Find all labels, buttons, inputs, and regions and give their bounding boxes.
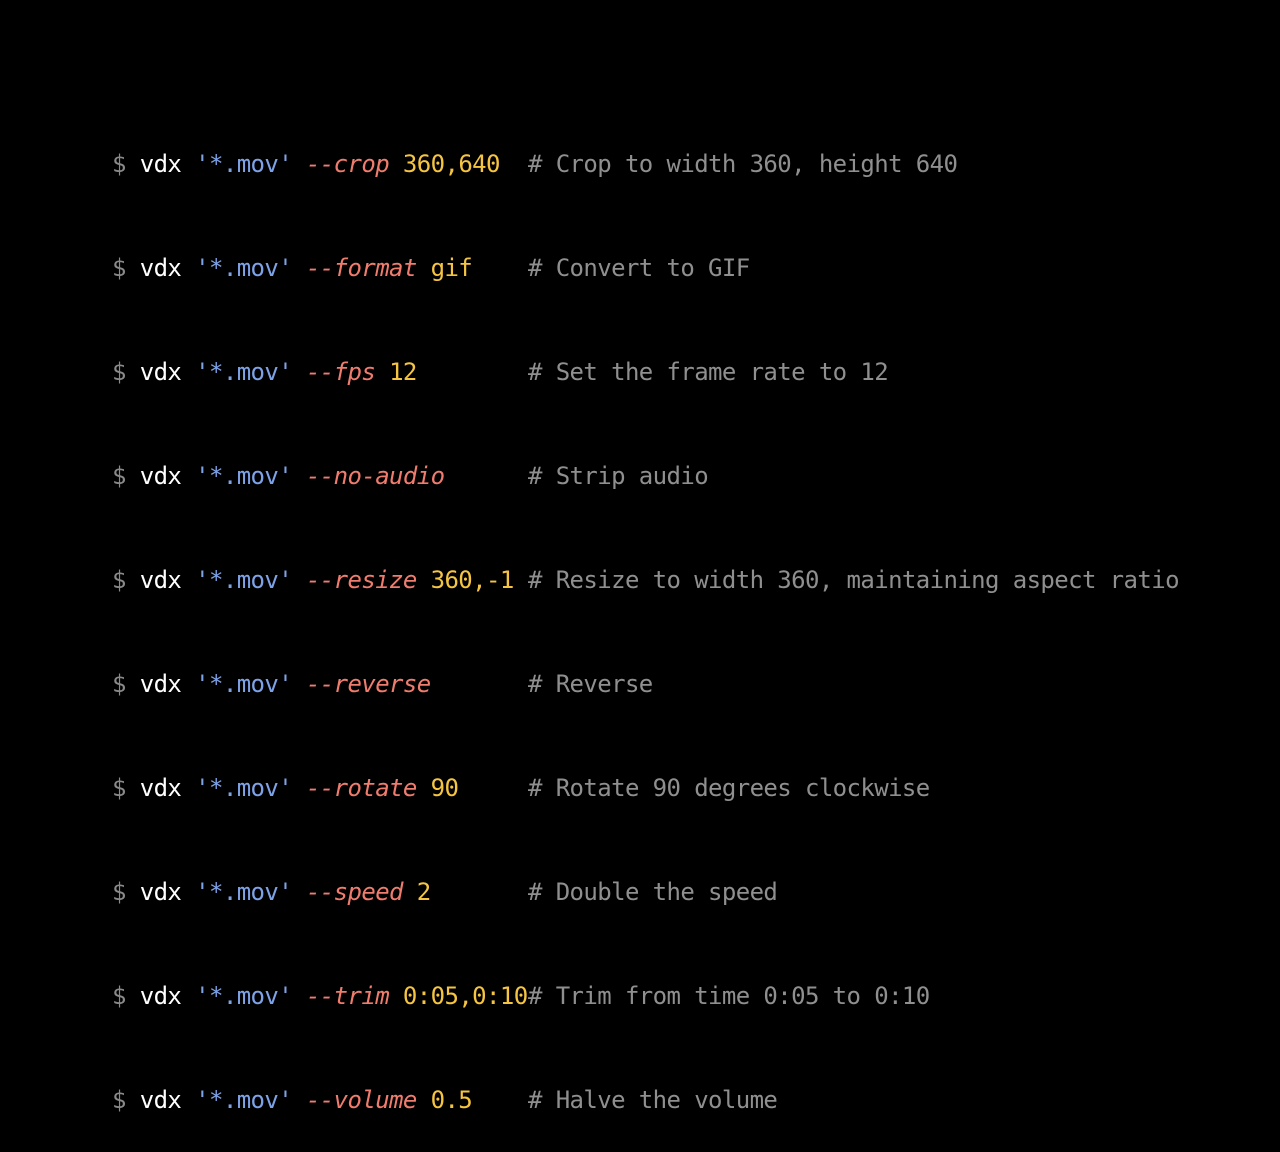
glob-pattern: '*.mov' [195,566,293,594]
option-flag: --resize [305,566,417,594]
command-text: $ vdx '*.mov' --trim 0:05,0:10 [112,972,528,1020]
command-name: vdx [139,462,182,490]
option-flag: --volume [305,1086,417,1114]
glob-pattern: '*.mov' [195,774,293,802]
command-comment: # Trim from time 0:05 to 0:10 [528,982,930,1010]
command-name: vdx [139,670,182,698]
command-comment: # Crop to width 360, height 640 [528,150,958,178]
option-value: 0.5 [430,1086,473,1114]
command-name: vdx [139,358,182,386]
option-flag: --trim [305,982,390,1010]
glob-pattern: '*.mov' [195,150,293,178]
command-name: vdx [139,774,182,802]
option-value: 360,640 [402,150,501,178]
command-comment: # Strip audio [528,462,709,490]
option-flag: --no-audio [305,462,445,490]
command-text: $ vdx '*.mov' --volume 0.5 [112,1076,528,1124]
command-name: vdx [139,878,182,906]
command-line: $ vdx '*.mov' --reverse # Reverse [112,660,1179,708]
terminal-output: $ vdx '*.mov' --crop 360,640 # Crop to wi… [112,84,1180,1152]
prompt-symbol: $ [112,254,126,282]
option-flag: --crop [305,150,390,178]
prompt-symbol: $ [112,462,126,490]
command-comment: # Halve the volume [528,1086,778,1114]
option-value: gif [430,254,473,282]
command-name: vdx [139,566,182,594]
command-comment: # Resize to width 360, maintaining aspec… [528,566,1180,594]
glob-pattern: '*.mov' [195,1086,293,1114]
command-line: $ vdx '*.mov' --format gif # Convert to G… [112,244,1179,292]
prompt-symbol: $ [112,150,126,178]
command-line: $ vdx '*.mov' --volume 0.5 # Halve the vo… [112,1076,1179,1124]
command-name: vdx [139,150,182,178]
command-line: $ vdx '*.mov' --fps 12 # Set the frame ra… [112,348,1179,396]
command-line: $ vdx '*.mov' --crop 360,640 # Crop to wi… [112,140,1179,188]
prompt-symbol: $ [112,566,126,594]
glob-pattern: '*.mov' [195,982,293,1010]
option-value: 12 [389,358,417,386]
glob-pattern: '*.mov' [195,254,293,282]
option-flag: --format [305,254,417,282]
command-name: vdx [139,982,182,1010]
glob-pattern: '*.mov' [195,670,293,698]
command-text: $ vdx '*.mov' --fps 12 [112,348,528,396]
option-value: 360,-1 [430,566,515,594]
command-comment: # Convert to GIF [528,254,750,282]
command-text: $ vdx '*.mov' --format gif [112,244,528,292]
prompt-symbol: $ [112,982,126,1010]
command-text: $ vdx '*.mov' --rotate 90 [112,764,528,812]
glob-pattern: '*.mov' [195,462,293,490]
command-name: vdx [139,254,182,282]
command-comment: # Rotate 90 degrees clockwise [528,774,930,802]
command-text: $ vdx '*.mov' --resize 360,-1 [112,556,528,604]
command-text: $ vdx '*.mov' --speed 2 [112,868,528,916]
option-flag: --fps [305,358,376,386]
prompt-symbol: $ [112,358,126,386]
prompt-symbol: $ [112,878,126,906]
command-text: $ vdx '*.mov' --no-audio [112,452,528,500]
option-value: 90 [430,774,459,802]
option-value: 0:05,0:10 [402,982,528,1010]
option-flag: --reverse [305,670,431,698]
command-line: $ vdx '*.mov' --rotate 90 # Rotate 90 deg… [112,764,1179,812]
command-line: $ vdx '*.mov' --resize 360,-1 # Resize to… [112,556,1180,604]
command-line: $ vdx '*.mov' --speed 2 # Double the spee… [112,868,1179,916]
command-comment: # Reverse [528,670,653,698]
command-comment: # Double the speed [528,878,778,906]
prompt-symbol: $ [112,670,126,698]
command-text: $ vdx '*.mov' --reverse [112,660,528,708]
command-line: $ vdx '*.mov' --trim 0:05,0:10 # Trim fro… [112,972,1179,1020]
prompt-symbol: $ [112,1086,126,1114]
glob-pattern: '*.mov' [195,358,293,386]
command-line: $ vdx '*.mov' --no-audio # Strip audio [112,452,1179,500]
option-flag: --speed [305,878,404,906]
command-text: $ vdx '*.mov' --crop 360,640 [112,140,528,188]
command-name: vdx [139,1086,182,1114]
option-flag: --rotate [305,774,417,802]
option-value: 2 [416,878,431,906]
prompt-symbol: $ [112,774,126,802]
command-comment: # Set the frame rate to 12 [528,358,889,386]
glob-pattern: '*.mov' [195,878,293,906]
